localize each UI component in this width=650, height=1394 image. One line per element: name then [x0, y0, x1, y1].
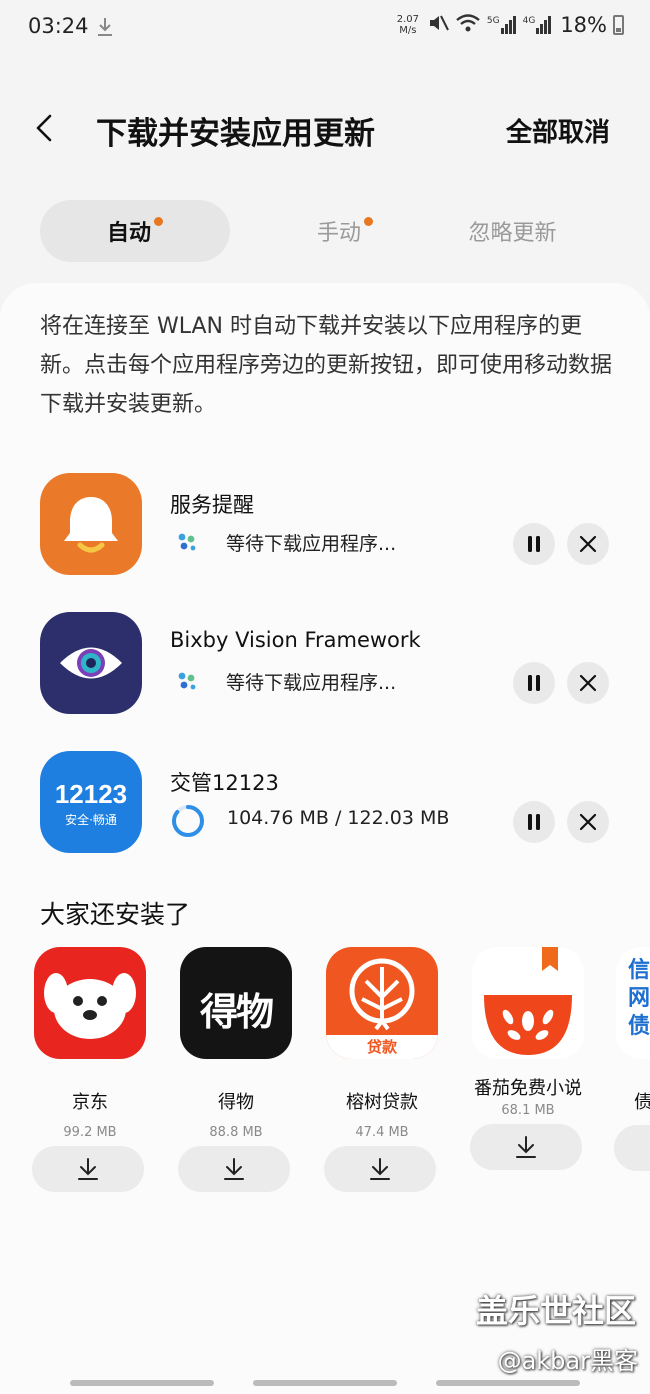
- cancel-button[interactable]: [567, 662, 609, 704]
- app-size: 99.2 MB: [63, 1125, 117, 1140]
- waiting-icon: [178, 533, 196, 551]
- app-size: 88.8 MB: [209, 1125, 263, 1140]
- partial-app-icon: 信 网 债: [616, 947, 650, 1059]
- download-progress-text: 104.76 MB / 122.03 MB: [227, 807, 450, 829]
- recommend-item[interactable]: 贷款 榕树贷款 47.4 MB: [324, 947, 440, 1192]
- page-title: 下载并安装应用更新: [96, 116, 375, 152]
- new-indicator-dot: [154, 216, 163, 226]
- mute-icon: [427, 12, 449, 38]
- recommend-item[interactable]: 番茄免费小说 68.1 MB: [470, 947, 586, 1170]
- cancel-button[interactable]: [567, 523, 609, 565]
- jd-app-icon: [34, 947, 146, 1059]
- download-button[interactable]: [470, 1124, 582, 1170]
- update-item: 服务提醒 等待下载应用程序...: [0, 473, 650, 577]
- update-item: Bixby Vision Framework 等待下载应用程序...: [0, 612, 650, 716]
- back-button[interactable]: [28, 108, 68, 148]
- recommend-item-partial[interactable]: 信 网 债 债: [614, 947, 650, 1171]
- tab-manual[interactable]: 手动: [255, 200, 435, 262]
- close-icon: [579, 674, 597, 692]
- signal-4g-icon: 4G: [523, 16, 553, 34]
- header: 下载并安装应用更新 全部取消: [0, 100, 650, 160]
- service-reminder-app-icon: [40, 473, 142, 575]
- status-time: 03:24: [28, 14, 89, 38]
- battery-percent: 18%: [560, 13, 607, 37]
- app-name: 京东: [72, 1092, 108, 1113]
- recommend-section-title: 大家还安装了: [40, 900, 191, 929]
- download-status: 等待下载应用程序...: [226, 533, 397, 555]
- download-button[interactable]: [32, 1146, 144, 1192]
- recommend-item[interactable]: 京东 99.2 MB: [32, 947, 148, 1192]
- pause-button[interactable]: [513, 523, 555, 565]
- fanqie-novel-app-icon: [472, 947, 584, 1059]
- jiaoguan-12123-app-icon: 12123 安全·畅通: [40, 751, 142, 853]
- pause-icon: [528, 814, 540, 830]
- app-size: 47.4 MB: [355, 1125, 409, 1140]
- download-status: 等待下载应用程序...: [226, 672, 397, 694]
- signal-5g-icon: 5G: [487, 16, 517, 34]
- rongshu-loan-app-icon: 贷款: [326, 947, 438, 1059]
- download-icon: [370, 1158, 390, 1180]
- tab-ignored-updates[interactable]: 忽略更新: [435, 200, 590, 262]
- tab-auto[interactable]: 自动: [40, 200, 230, 262]
- new-indicator-dot: [364, 216, 373, 226]
- download-progress-ring: [172, 805, 204, 837]
- status-bar: 03:24 2.07 M/s 5G 4G 18%: [0, 0, 650, 58]
- description-text: 将在连接至 WLAN 时自动下载并安装以下应用程序的更新。点击每个应用程序旁边的…: [40, 314, 613, 417]
- download-icon: [78, 1158, 98, 1180]
- dog-mascot-icon: [44, 973, 136, 1049]
- update-item: 12123 安全·畅通 交管12123 104.76 MB / 122.03 M…: [0, 751, 650, 855]
- app-size: 68.1 MB: [501, 1103, 555, 1118]
- pause-icon: [528, 675, 540, 691]
- bell-icon: [64, 497, 118, 553]
- wifi-icon: [455, 12, 481, 38]
- pause-button[interactable]: [513, 662, 555, 704]
- recommend-item[interactable]: 得物 得物 88.8 MB: [178, 947, 294, 1192]
- app-name: Bixby Vision Framework: [170, 628, 421, 652]
- close-icon: [579, 535, 597, 553]
- waiting-icon: [178, 672, 196, 690]
- app-name: 得物: [218, 1092, 254, 1113]
- nav-pill: [70, 1380, 214, 1386]
- download-status-icon: [96, 16, 114, 42]
- eye-icon: [60, 647, 122, 679]
- network-speed: 2.07 M/s: [396, 14, 420, 36]
- chevron-left-icon: [36, 114, 52, 142]
- app-name: 番茄免费小说: [474, 1078, 582, 1099]
- watermark-community: 盖乐世社区: [475, 1292, 636, 1330]
- pause-button[interactable]: [513, 801, 555, 843]
- bixby-vision-app-icon: [40, 612, 142, 714]
- app-name: 交管12123: [170, 771, 279, 795]
- download-icon: [516, 1136, 536, 1158]
- cancel-button[interactable]: [567, 801, 609, 843]
- tab-bar: 自动 手动 忽略更新: [40, 200, 620, 262]
- download-button[interactable]: [614, 1125, 650, 1171]
- battery-icon: [613, 15, 624, 35]
- watermark-author: @akbar黑客: [497, 1347, 638, 1375]
- app-name: 服务提醒: [170, 493, 254, 517]
- app-name: 榕树贷款: [346, 1092, 418, 1113]
- close-icon: [579, 813, 597, 831]
- cancel-all-button[interactable]: 全部取消: [506, 112, 610, 149]
- download-icon: [224, 1158, 244, 1180]
- recommend-list: 京东 99.2 MB 得物 得物 88.8 MB 贷款 榕树贷款 47.4 MB…: [0, 947, 650, 1207]
- download-button[interactable]: [324, 1146, 436, 1192]
- download-button[interactable]: [178, 1146, 290, 1192]
- nav-pill: [253, 1380, 397, 1386]
- pause-icon: [528, 536, 540, 552]
- gesture-nav-bar: [70, 1380, 580, 1386]
- tomato-icon: [484, 947, 572, 1055]
- dewu-app-icon: 得物: [180, 947, 292, 1059]
- app-name: 债: [634, 1092, 650, 1113]
- nav-pill: [436, 1380, 580, 1386]
- content-card: 将在连接至 WLAN 时自动下载并安装以下应用程序的更新。点击每个应用程序旁边的…: [0, 283, 650, 1394]
